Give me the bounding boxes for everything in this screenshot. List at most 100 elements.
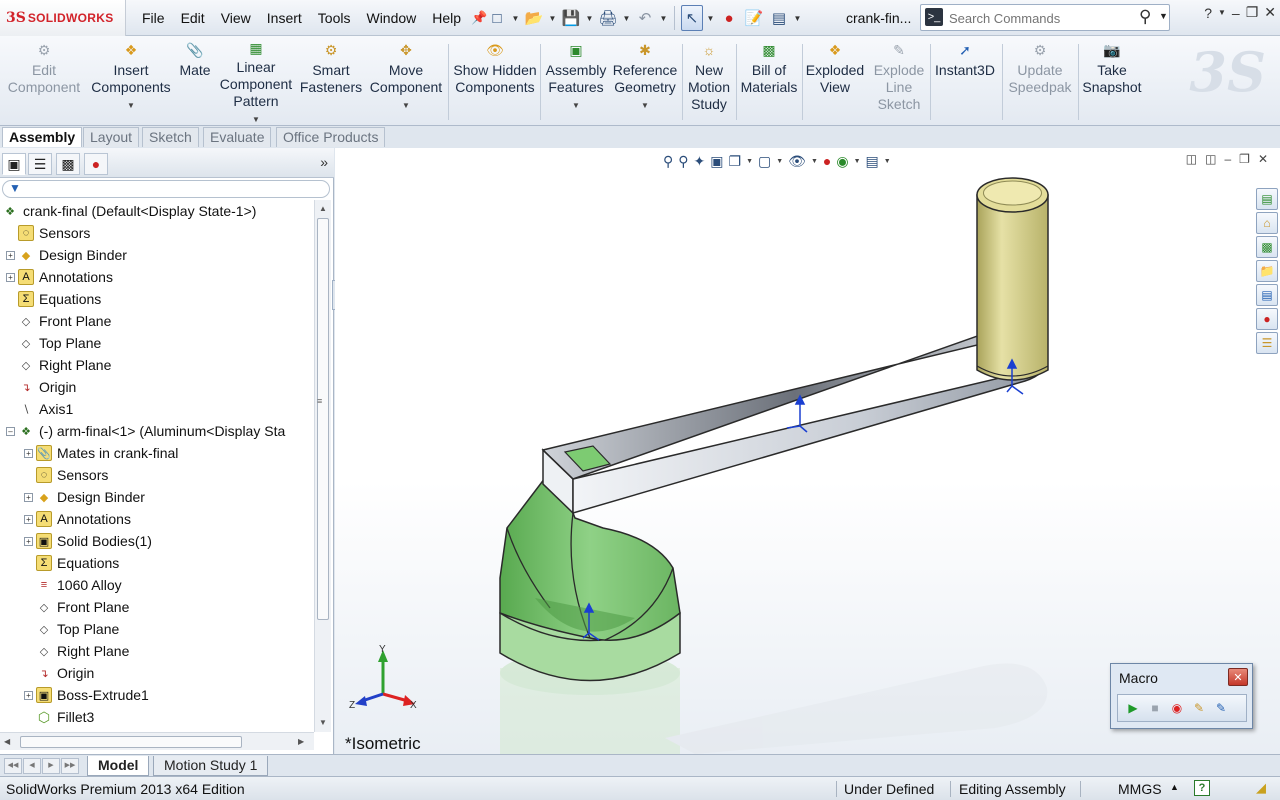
help-icon[interactable]: ? [1204,5,1212,21]
menu-insert[interactable]: Insert [259,0,310,36]
expand-icon[interactable]: + [6,250,15,260]
tab-office-products[interactable]: Office Products [276,127,386,147]
tree-item[interactable]: ⬡ Fillet3 [24,706,94,728]
options-icon[interactable]: ▤ [768,5,790,31]
minimize-icon[interactable]: – [1232,5,1240,21]
update-speedpak-button[interactable]: ⚙ Update Speedpak [1004,40,1076,124]
macro-run-icon[interactable]: ▶ [1124,699,1142,717]
show-hidden-components-button[interactable]: 👁 Show Hidden Components [452,40,538,124]
select-cursor-icon[interactable]: ↖ [681,5,703,31]
scroll-thumb[interactable] [20,736,242,748]
new-dropdown-arrow[interactable]: ▼ [511,14,520,23]
viewport-minimize-icon[interactable]: – [1224,152,1231,166]
unit-system[interactable]: MMGS [1118,781,1162,797]
tab-model[interactable]: Model [87,756,150,776]
macro-record-icon[interactable]: ◉ [1168,699,1186,717]
menu-tools[interactable]: Tools [310,0,359,36]
dropdown-arrow[interactable]: ▼ [884,158,891,165]
tree-item[interactable]: ◇ Front Plane [24,596,130,618]
units-dropdown-arrow[interactable]: ▲ [1170,782,1179,792]
resources-icon[interactable]: ▤ [1256,188,1278,210]
linear-component-pattern-button[interactable]: ▦ Linear Component Pattern ▼ [214,40,298,124]
hide-show-items-icon[interactable]: 👁 [788,153,806,170]
scroll-right-arrow[interactable]: ▶ [298,737,304,746]
macro-stop-icon[interactable]: ■ [1146,699,1164,717]
expand-icon[interactable]: + [24,536,33,546]
first-tab-arrow[interactable]: ◀◀ [4,758,22,774]
search-dropdown-arrow[interactable]: ▼ [1159,11,1168,21]
tree-item[interactable]: ◇ Top Plane [6,332,102,354]
dropdown-arrow[interactable]: ▼ [854,158,861,165]
design-library-icon[interactable]: ▩ [1256,236,1278,258]
mate-button[interactable]: 📎 Mate [176,40,214,124]
expand-icon[interactable]: + [24,492,33,502]
quick-tips-help-icon[interactable]: ? [1194,780,1210,796]
tree-item[interactable]: Σ Equations [6,288,101,310]
smart-fasteners-button[interactable]: ⚙ Smart Fasteners [298,40,364,124]
tree-filter-field[interactable]: ▼ [2,180,330,198]
tree-item[interactable]: ◌ Sensors [24,464,108,486]
tree-item[interactable]: ◌ Sensors [6,222,90,244]
new-document-icon[interactable]: □ [486,5,508,31]
close-icon[interactable]: ✕ [1264,4,1276,21]
save-icon[interactable]: 💾 [560,5,582,31]
menu-window[interactable]: Window [358,0,424,36]
viewport-tile-icon[interactable]: ◫ [1205,152,1216,166]
zoom-to-area-icon[interactable]: ⚲ [678,153,688,170]
apply-scene-icon[interactable]: ◉ [836,153,848,170]
tree-item[interactable]: ↴ Origin [6,376,76,398]
crank-arm-part[interactable] [541,327,1048,515]
edit-appearance-icon[interactable]: ● [823,153,831,169]
file-properties-icon[interactable]: 📝 [743,5,765,31]
tree-item[interactable]: ◇ Right Plane [6,354,112,376]
menu-help[interactable]: Help [424,0,469,36]
appearances-icon[interactable]: ● [1256,308,1278,330]
tab-motion-study-1[interactable]: Motion Study 1 [153,756,269,776]
dropdown-arrow[interactable]: ▼ [776,158,783,165]
open-dropdown-arrow[interactable]: ▼ [548,14,557,23]
reference-geometry-button[interactable]: ✱ Reference Geometry ▼ [610,40,680,124]
tree-item[interactable]: + ◆ Design Binder [24,486,145,508]
collapse-icon[interactable]: – [6,426,15,436]
expand-icon[interactable]: + [24,690,33,700]
handle-cylinder-part[interactable] [976,177,1049,381]
open-folder-icon[interactable]: 📂 [523,5,545,31]
tree-item[interactable]: ◇ Top Plane [24,618,120,640]
tree-horizontal-scrollbar[interactable]: ◀ ▶ [0,732,314,750]
tree-root[interactable]: ❖ crank-final (Default<Display State-1>) [2,200,256,222]
dropdown-arrow[interactable]: ▼ [127,97,135,114]
tree-item[interactable]: ∖ Axis1 [6,398,73,420]
dropdown-arrow[interactable]: ▼ [811,158,818,165]
display-manager-tab-icon[interactable]: ● [84,153,108,175]
undo-icon[interactable]: ↶ [634,5,656,31]
move-component-button[interactable]: ✥ Move Component ▼ [364,40,448,124]
dropdown-arrow[interactable]: ▼ [641,97,649,114]
scroll-up-arrow[interactable]: ▲ [319,204,327,213]
viewport-restore-icon[interactable]: ❐ [1239,152,1250,166]
search-commands-box[interactable]: >_ ⚲ ▼ [920,4,1170,31]
last-tab-arrow[interactable]: ▶▶ [61,758,79,774]
edit-component-button[interactable]: ⚙ Edit Component [4,40,84,124]
menu-file[interactable]: File [134,0,173,36]
filter-icon[interactable]: ▼ [9,181,21,195]
rebuild-traffic-light-icon[interactable]: ● [718,5,740,31]
take-snapshot-button[interactable]: 📷 Take Snapshot [1078,40,1146,124]
scroll-down-arrow[interactable]: ▼ [319,718,327,727]
tree-item[interactable]: Σ Equations [24,552,119,574]
expand-icon[interactable]: + [6,272,15,282]
tree-item[interactable]: ↴ Origin [24,662,94,684]
viewport-close-icon[interactable]: ✕ [1258,152,1268,166]
select-dropdown-arrow[interactable]: ▼ [706,14,715,23]
print-icon[interactable]: 🖨 [597,5,619,31]
previous-tab-arrow[interactable]: ◀ [23,758,41,774]
home-icon[interactable]: ⌂ [1256,212,1278,234]
graphics-area[interactable]: Y X Z ⚲ ⚲ ✦ ▣ ❐ ▼ ▢ ▼ 👁 ▼ ● ◉ ▼ ▤ ▼ ◫ ◫ – ❐ ✕… [335,148,1280,754]
help-dropdown-arrow[interactable]: ▼ [1218,8,1226,17]
tree-item[interactable]: ◇ Right Plane [24,640,130,662]
dropdown-arrow[interactable]: ▼ [402,97,410,114]
section-view-icon[interactable]: ▣ [710,153,723,170]
tab-layout[interactable]: Layout [83,127,140,147]
undo-dropdown-arrow[interactable]: ▼ [659,14,668,23]
tab-assembly[interactable]: Assembly [2,127,83,147]
configuration-manager-tab-icon[interactable]: ▩ [56,153,80,175]
